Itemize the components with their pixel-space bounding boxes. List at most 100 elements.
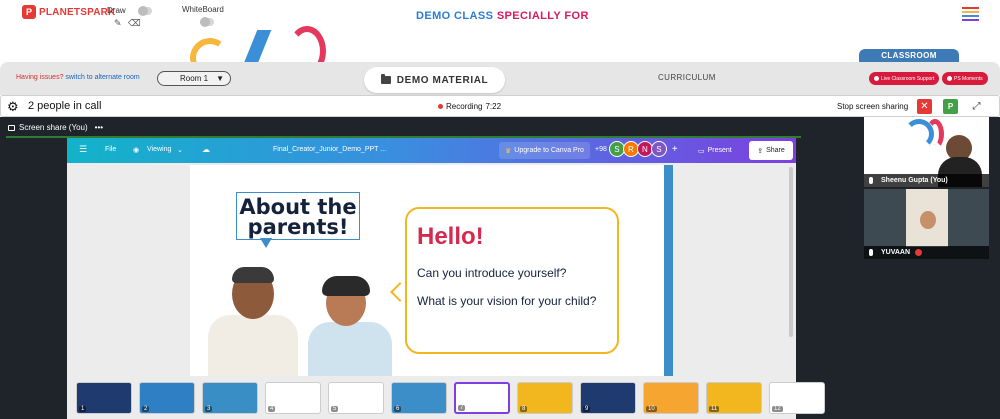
issues-text: Having issues? — [16, 74, 64, 81]
slide-stripe — [664, 165, 673, 376]
question-1: Can you introduce yourself? — [417, 266, 567, 280]
question-2: What is your vision for your child? — [417, 294, 597, 308]
slide-heading: About the parents! — [236, 192, 360, 240]
canva-viewing-menu[interactable]: Viewing — [147, 146, 171, 153]
ps-moments-button[interactable]: PS Moments — [942, 72, 988, 85]
decor-arc-yellow — [186, 34, 234, 62]
avatar[interactable]: S — [650, 141, 667, 157]
people-count: 2 people in call — [28, 100, 102, 112]
canva-doc-title[interactable]: Final_Creator_Junior_Demo_PPT ... — [273, 146, 386, 153]
chevron-down-icon: ⌄ — [177, 147, 183, 154]
upgrade-label: Upgrade to Canva Pro — [514, 147, 584, 154]
slide-thumbnail[interactable]: 2 — [139, 382, 195, 414]
decor-arc-red — [288, 26, 326, 62]
slide-thumbnail[interactable]: 8 — [517, 382, 573, 414]
canva-file-menu[interactable]: File — [105, 146, 116, 153]
page-title: DEMO CLASS SPECIALLY FOR — [416, 10, 589, 22]
live-support-button[interactable]: Live Classroom Support — [869, 72, 940, 85]
call-header: ⚙ 2 people in call Recording 7:22 Stop s… — [0, 95, 1000, 117]
slide-thumbnail-number: 10 — [646, 406, 657, 412]
room-bar: Having issues? switch to alternate room … — [0, 62, 1000, 95]
logo-badge-letter: P — [25, 6, 32, 17]
video-stage: Screen share (You) ••• ☰ File ◉ Viewing … — [0, 117, 1000, 419]
canvas-scrollbar[interactable] — [789, 167, 793, 337]
room-select-value: Room 1 — [180, 74, 209, 83]
gear-icon[interactable]: ⚙ — [7, 100, 19, 113]
eye-icon: ◉ — [133, 147, 140, 154]
mic-icon — [869, 177, 873, 184]
slide-thumbnail[interactable]: 6 — [391, 382, 447, 414]
close-icon: ✕ — [920, 101, 929, 112]
canva-menu-icon[interactable]: ☰ — [79, 144, 87, 155]
live-support-label: Live Classroom Support — [881, 75, 935, 82]
parent-photo-man — [200, 267, 310, 376]
participant-video-2: YUVAAN — [864, 189, 989, 259]
recording-time: 7:22 — [485, 102, 502, 111]
caret-down-icon: ▼ — [216, 74, 224, 83]
whiteboard-toggle[interactable] — [200, 17, 214, 27]
slide-thumbnail-number: 3 — [205, 406, 213, 412]
menu-icon[interactable] — [962, 7, 979, 23]
stop-share-button[interactable]: ✕ — [917, 99, 932, 114]
slide-thumbnail-number: 4 — [268, 406, 276, 412]
decor-bar-blue — [242, 30, 272, 62]
draw-toggle[interactable] — [137, 5, 152, 16]
app-root: P PLANETSPARK Draw ✎ ⌫ WhiteBoard DEMO C… — [0, 0, 1000, 419]
expand-icon[interactable]: ⤢ — [969, 99, 984, 114]
curriculum-tab[interactable]: CURRICULUM — [658, 73, 716, 82]
planetspark-logo: P PLANETSPARK — [22, 5, 115, 19]
eraser-icon[interactable]: ⌫ — [128, 18, 141, 29]
slide-thumbnail[interactable]: 10 — [643, 382, 699, 414]
recording-indicator: Recording 7:22 — [438, 102, 501, 111]
slide-thumbnail-number: 1 — [79, 406, 87, 412]
slide-thumbnail-number: 11 — [709, 406, 720, 412]
participant-video-1: Sheenu Gupta (You) — [864, 117, 989, 187]
slide-thumbnail-number: 8 — [520, 406, 528, 412]
classroom-tab[interactable]: CLASSROOM — [859, 49, 959, 62]
whiteboard-label: WhiteBoard — [182, 5, 224, 14]
screen-share-tab[interactable]: Screen share (You) ••• — [8, 123, 103, 132]
canva-toolbar: ☰ File ◉ Viewing ⌄ ☁ Final_Creator_Junio… — [67, 138, 796, 163]
logo-badge: P — [22, 5, 36, 19]
screen-share-label: Screen share (You) — [19, 123, 88, 132]
slide-thumbnail[interactable]: 12 — [769, 382, 825, 414]
slide-thumbnail[interactable]: 11 — [706, 382, 762, 414]
greeting-bubble: Hello! Can you introduce yourself? What … — [405, 207, 619, 354]
title-part-1: DEMO CLASS — [416, 10, 494, 22]
demo-material-label: DEMO MATERIAL — [396, 74, 489, 86]
add-collaborator-icon[interactable]: + — [672, 144, 678, 155]
slide-thumbnail[interactable]: 5 — [328, 382, 384, 414]
slide-thumbnail[interactable]: 3 — [202, 382, 258, 414]
draw-label: Draw — [107, 6, 126, 15]
monitor-icon — [8, 124, 15, 131]
slide-thumbnail[interactable]: 9 — [580, 382, 636, 414]
slide-thumbnail-number: 12 — [772, 406, 783, 412]
extra-collaborators-count: +98 — [595, 145, 607, 153]
mic-muted-icon — [915, 248, 922, 256]
present-button[interactable]: ▭ Present — [692, 142, 738, 159]
current-slide: About the parents! Hello! Can you introd — [190, 165, 673, 376]
present-label: Present — [707, 147, 732, 154]
slide-thumbnail[interactable]: 7 — [454, 382, 510, 414]
parent-photo-woman — [300, 276, 400, 376]
issues-notice: Having issues? switch to alternate room — [16, 74, 140, 81]
pencil-icon[interactable]: ✎ — [114, 18, 122, 29]
upgrade-button[interactable]: ♛ Upgrade to Canva Pro — [499, 142, 590, 159]
participant-name-text: YUVAAN — [881, 249, 911, 256]
share-button[interactable]: ⇪ Share — [749, 141, 793, 160]
cloud-icon[interactable]: ☁ — [202, 145, 210, 154]
participant-name-text: Sheenu Gupta (You) — [881, 177, 948, 184]
slide-thumbnail-number: 6 — [394, 406, 402, 412]
room-select[interactable]: Room 1 ▼ — [157, 71, 231, 86]
slide-thumbnail[interactable]: 1 — [76, 382, 132, 414]
folder-icon — [380, 74, 391, 84]
participant-name-1: Sheenu Gupta (You) — [864, 174, 989, 187]
slide-thumbnail[interactable]: 4 — [265, 382, 321, 414]
alternate-room-link[interactable]: switch to alternate room — [65, 74, 139, 81]
title-part-2: SPECIALLY FOR — [496, 10, 589, 22]
demo-material-button[interactable]: DEMO MATERIAL — [364, 67, 505, 93]
slide-thumbnails: 1 2 3 4 5 6 7 8 9 10 11 12 — [76, 382, 825, 416]
p-button[interactable]: P — [943, 99, 958, 114]
more-icon[interactable]: ••• — [95, 123, 103, 132]
present-icon: ▭ — [698, 147, 705, 155]
